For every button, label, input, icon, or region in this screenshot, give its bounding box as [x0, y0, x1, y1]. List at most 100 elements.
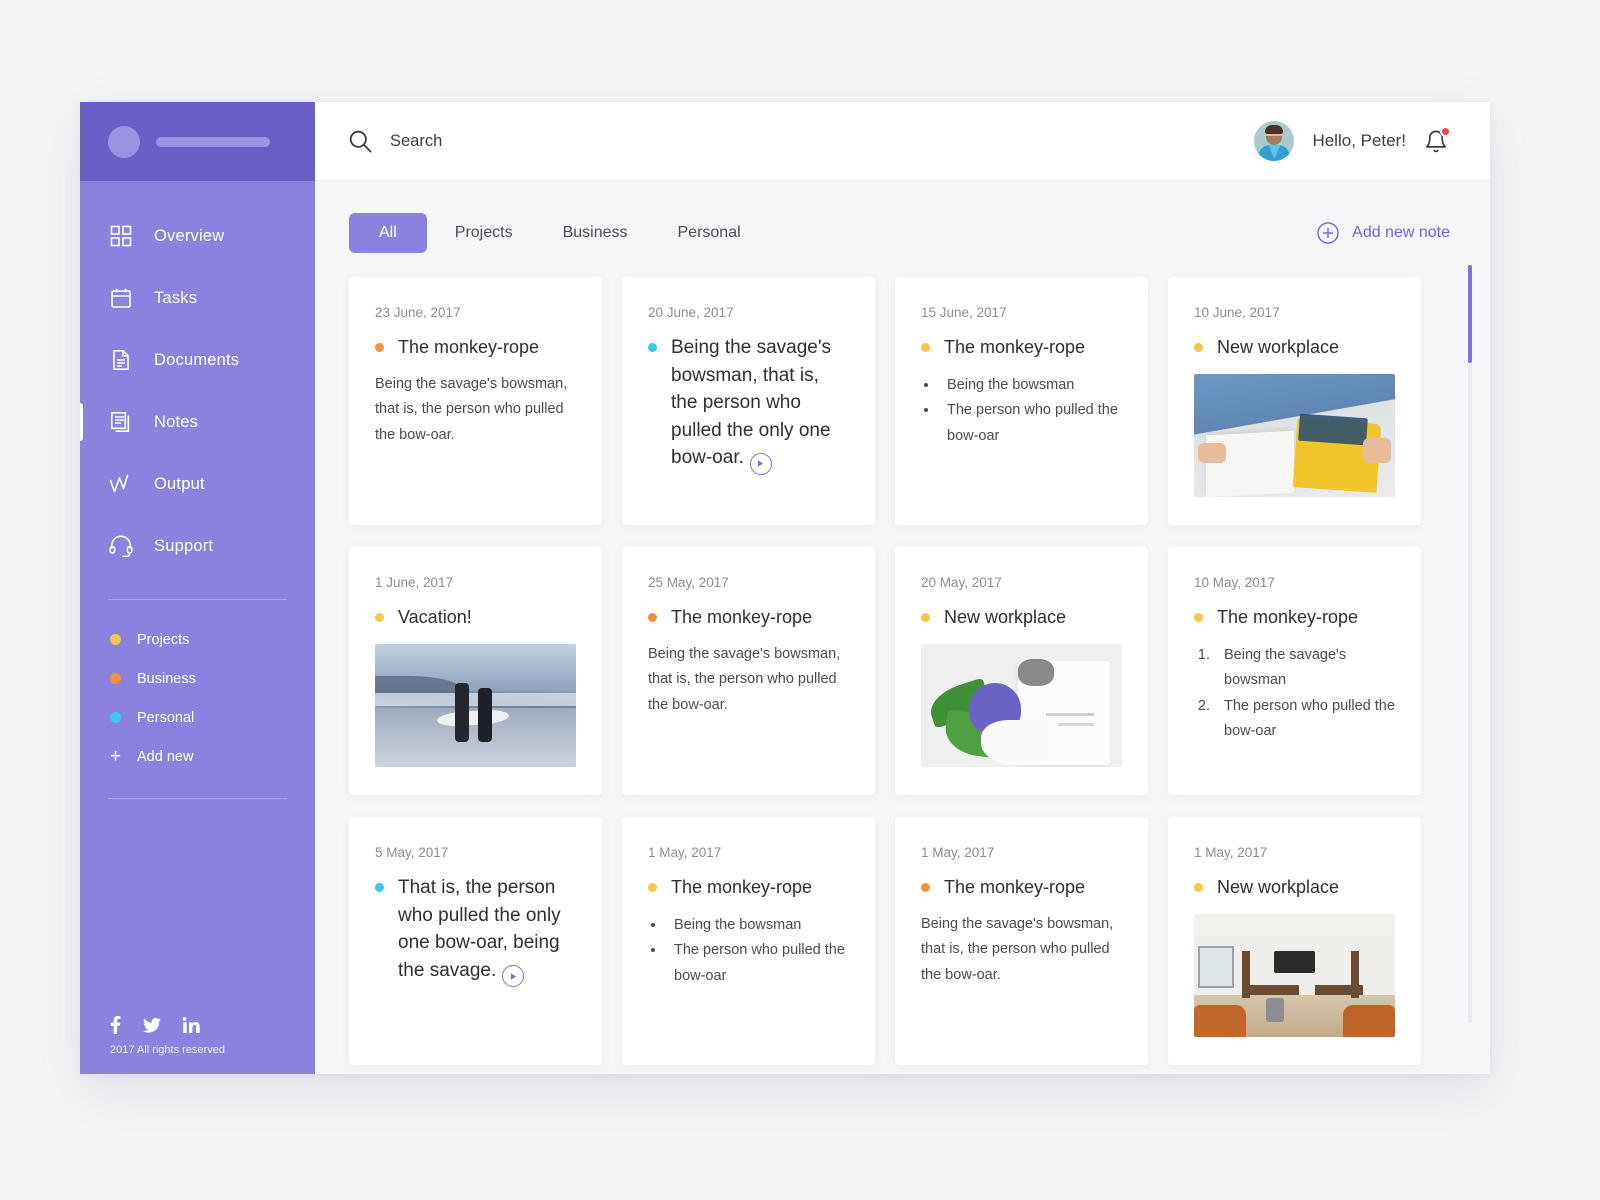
sidebar-add-new-label: Add new: [137, 748, 194, 765]
list-item: Being the savage's bowsman: [1214, 643, 1395, 693]
sidebar-tag-label: Personal: [137, 709, 195, 726]
sidebar-tag-business[interactable]: Business: [80, 659, 315, 698]
note-tag-dot-icon: [1194, 883, 1203, 892]
note-date: 23 June, 2017: [375, 305, 461, 320]
scrollbar-thumb[interactable]: [1468, 265, 1472, 363]
note-body: Being the savage's bowsman, that is, the…: [921, 916, 1114, 983]
note-card[interactable]: 1 May, 2017 New workplace: [1168, 817, 1421, 1065]
note-card[interactable]: 20 June, 2017 Being the savage's bowsman…: [622, 277, 875, 525]
note-date: 5 May, 2017: [375, 845, 449, 860]
sidebar-item-label: Support: [154, 536, 214, 555]
note-card[interactable]: 10 June, 2017 New workplace: [1168, 277, 1421, 525]
note-card[interactable]: 25 May, 2017 The monkey-rope Being the s…: [622, 547, 875, 795]
sidebar-item-notes[interactable]: Notes: [80, 391, 315, 453]
app-logo[interactable]: [80, 102, 315, 181]
note-card[interactable]: 10 May, 2017 The monkey-rope Being the s…: [1168, 547, 1421, 795]
tab-personal[interactable]: Personal: [656, 213, 763, 253]
note-tag-dot-icon: [375, 883, 384, 892]
avatar[interactable]: [1254, 121, 1295, 161]
document-icon: [108, 347, 134, 373]
note-card[interactable]: 1 June, 2017 Vacation!: [349, 547, 602, 795]
grid-icon: [108, 223, 134, 249]
note-tag-dot-icon: [648, 883, 657, 892]
note-bullet-list: Being the bowsman The person who pulled …: [648, 913, 849, 989]
note-tag-dot-icon: [1194, 343, 1203, 352]
notes-grid-wrapper: 23 June, 2017 The monkey-rope Being the …: [315, 253, 1490, 1065]
note-date: 1 May, 2017: [1194, 845, 1268, 860]
sidebar-tag-personal[interactable]: Personal: [80, 698, 315, 737]
note-title: That is, the person who pulled the only …: [398, 874, 576, 988]
logo-mark-icon: [108, 125, 140, 158]
note-tag-dot-icon: [921, 343, 930, 352]
note-tag-dot-icon: [375, 613, 384, 622]
list-item: The person who pulled the bow-oar: [1214, 694, 1395, 744]
note-title: The monkey-rope: [671, 877, 813, 897]
search-input[interactable]: [390, 131, 720, 151]
main-area: Hello, Peter! All Projects B: [315, 102, 1490, 1074]
note-date: 1 May, 2017: [648, 845, 722, 860]
note-title: The monkey-rope: [671, 607, 813, 627]
sidebar-item-support[interactable]: Support: [80, 515, 315, 577]
note-card[interactable]: 23 June, 2017 The monkey-rope Being the …: [349, 277, 602, 525]
note-date: 1 May, 2017: [921, 845, 995, 860]
sidebar-divider-bottom: [108, 798, 287, 799]
plus-circle-icon: [1317, 222, 1339, 244]
note-title: New workplace: [944, 607, 1067, 627]
sidebar: Overview Tasks Documents Notes Output Su…: [80, 102, 315, 1074]
note-title: New workplace: [1217, 877, 1340, 897]
note-date: 20 May, 2017: [921, 575, 1002, 590]
note-title: The monkey-rope: [944, 877, 1086, 897]
note-body: Being the savage's bowsman, that is, the…: [648, 646, 841, 713]
notes-toolbar: All Projects Business Personal Add new n…: [315, 181, 1490, 253]
notification-bell-button[interactable]: [1424, 126, 1451, 155]
search-icon: [349, 130, 372, 153]
tab-all[interactable]: All: [349, 213, 427, 253]
top-bar-right: Hello, Peter!: [1254, 121, 1451, 161]
note-title: The monkey-rope: [1217, 607, 1359, 627]
tag-dot-icon: [110, 673, 121, 684]
note-card[interactable]: 5 May, 2017 That is, the person who pull…: [349, 817, 602, 1065]
sidebar-tag-label: Business: [137, 670, 196, 687]
notification-badge: [1440, 126, 1451, 137]
tab-business[interactable]: Business: [541, 213, 650, 253]
surfers-on-beach-photo: [375, 644, 576, 768]
sidebar-item-overview[interactable]: Overview: [80, 205, 315, 267]
note-tag-dot-icon: [1194, 613, 1203, 622]
note-tag-dot-icon: [375, 343, 384, 352]
facebook-icon[interactable]: [110, 1016, 121, 1034]
filter-tabs: All Projects Business Personal: [349, 213, 763, 253]
tab-projects[interactable]: Projects: [433, 213, 535, 253]
list-item: Being the bowsman: [666, 913, 849, 938]
sidebar-item-documents[interactable]: Documents: [80, 329, 315, 391]
note-date: 10 June, 2017: [1194, 305, 1280, 320]
sidebar-item-label: Output: [154, 474, 205, 493]
note-tag-dot-icon: [648, 613, 657, 622]
sidebar-add-new-tag[interactable]: + Add new: [80, 737, 315, 776]
note-card[interactable]: 20 May, 2017 New workplace: [895, 547, 1148, 795]
content-scrollbar[interactable]: [1468, 265, 1472, 1023]
sidebar-item-label: Tasks: [154, 288, 198, 307]
sidebar-item-label: Notes: [154, 412, 199, 431]
note-bullet-list: Being the bowsman The person who pulled …: [921, 373, 1122, 449]
add-new-note-label: Add new note: [1352, 224, 1450, 241]
flower-and-package-photo: [921, 644, 1122, 768]
sidebar-item-label: Overview: [154, 226, 225, 245]
linkedin-icon[interactable]: [183, 1017, 200, 1033]
add-new-note-button[interactable]: Add new note: [1317, 222, 1450, 244]
sidebar-footer: 2017 All rights reserved: [80, 1016, 315, 1074]
note-title: The monkey-rope: [398, 337, 540, 357]
note-date: 10 May, 2017: [1194, 575, 1275, 590]
play-button[interactable]: [749, 452, 772, 475]
note-card[interactable]: 1 May, 2017 The monkey-rope Being the sa…: [895, 817, 1148, 1065]
note-date: 25 May, 2017: [648, 575, 729, 590]
note-title: Vacation!: [398, 607, 472, 627]
sidebar-item-output[interactable]: Output: [80, 453, 315, 515]
notes-icon: [108, 409, 134, 435]
play-button[interactable]: [502, 965, 525, 988]
sidebar-item-tasks[interactable]: Tasks: [80, 267, 315, 329]
sidebar-tag-projects[interactable]: Projects: [80, 620, 315, 659]
twitter-icon[interactable]: [143, 1017, 161, 1033]
note-tag-dot-icon: [921, 883, 930, 892]
note-card[interactable]: 1 May, 2017 The monkey-rope Being the bo…: [622, 817, 875, 1065]
note-card[interactable]: 15 June, 2017 The monkey-rope Being the …: [895, 277, 1148, 525]
